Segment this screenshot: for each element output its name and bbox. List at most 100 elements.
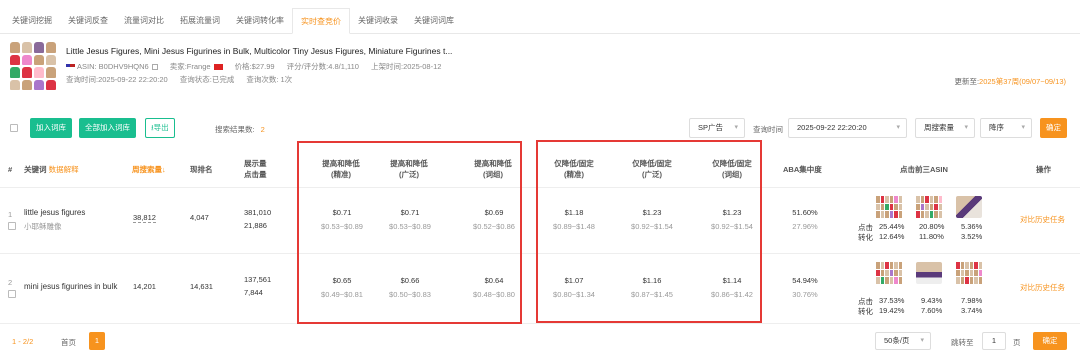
product-title[interactable]: Little Jesus Figures, Mini Jesus Figurin… — [66, 46, 452, 56]
highlight-box-lower-fixed — [536, 140, 762, 323]
ad-type-value: SP广告 — [698, 123, 724, 132]
clicks-value: 21,886 — [244, 221, 267, 230]
sort-arrow-icon: ↓ — [162, 165, 166, 174]
chevron-down-icon: ▾ — [964, 124, 968, 131]
asin-conv-share: 12.64% — [879, 232, 905, 241]
add-all-to-library-button[interactable]: 全部加入词库 — [79, 118, 136, 138]
chevron-down-icon: ▾ — [920, 337, 924, 344]
asin-conv-share: 19.42% — [879, 306, 905, 315]
add-to-library-button[interactable]: 加入词库 — [30, 118, 72, 138]
tab-keyword-conversion[interactable]: 关键词转化率 — [228, 8, 292, 34]
tab-keyword-reverse[interactable]: 关键词反查 — [60, 8, 116, 34]
listed-date-text: 上架时间:2025-08-12 — [370, 62, 442, 71]
impressions-value: 137,561 — [244, 275, 272, 284]
row-index: 2 — [8, 278, 13, 287]
sort-order-value: 降序 — [989, 123, 1004, 132]
aba-click-share: 51.60% — [792, 208, 818, 217]
export-button[interactable]: ⭳导出 — [145, 118, 175, 138]
asin-click-share: 20.80% — [919, 222, 945, 231]
asin-thumbnail-1[interactable] — [876, 196, 902, 218]
col-aba: ABA集中度 — [783, 165, 822, 174]
page-range: 1 - 2/2 — [12, 337, 34, 346]
weekly-search-value[interactable]: 14,201 — [133, 282, 156, 291]
query-time-value: 2025-09-22 22:20:20 — [797, 123, 867, 132]
tab-traffic-compare[interactable]: 流量词对比 — [116, 8, 172, 34]
asin-conv-share: 7.60% — [921, 306, 943, 315]
copy-icon[interactable] — [151, 64, 158, 71]
query-status-text: 查询状态:已完成 — [179, 75, 235, 84]
product-thumbnail[interactable] — [10, 42, 56, 90]
query-count-text: 查询次数: 1次 — [246, 75, 293, 84]
keyword-text[interactable]: little jesus figures — [24, 208, 85, 217]
jump-page-input[interactable]: 1 — [982, 332, 1006, 350]
impressions-value: 381,010 — [244, 208, 272, 217]
query-time-text: 查询时间:2025-09-22 22:20:20 — [66, 75, 168, 84]
col-index: # — [8, 165, 13, 174]
query-time-select[interactable]: 2025-09-22 22:20:20 ▾ — [788, 118, 907, 138]
asin-thumbnail-1[interactable] — [876, 262, 902, 284]
row-index: 1 — [8, 210, 13, 219]
asin-conv-share: 3.52% — [961, 232, 983, 241]
first-page-button[interactable]: 首页 — [61, 337, 76, 348]
asin-click-share: 25.44% — [879, 222, 905, 231]
row-checkbox[interactable] — [8, 290, 16, 298]
col-top3-asin: 点击前三ASIN — [900, 165, 948, 174]
tab-realtime-bid[interactable]: 实时查竞价 — [292, 8, 350, 34]
col-weekly-label: 周搜索量 — [132, 165, 162, 174]
page-unit: 页 — [1013, 338, 1021, 347]
tab-keyword-mining[interactable]: 关键词挖掘 — [4, 8, 60, 34]
confirm-button[interactable]: 确定 — [1040, 118, 1067, 138]
result-count: 搜索结果数: 2 — [215, 124, 265, 135]
aba-concentration: 51.60% 27.96% — [783, 206, 827, 234]
col-keyword-label: 关键词 — [24, 165, 47, 174]
weekly-search-value[interactable]: 38,812 — [133, 213, 156, 223]
us-flag-icon — [66, 64, 75, 71]
keyword-text[interactable]: mini jesus figurines in bulk — [24, 282, 117, 291]
rank-value: 4,047 — [190, 213, 209, 222]
rank-value: 14,631 — [190, 282, 213, 291]
result-count-label: 搜索结果数: — [215, 125, 255, 134]
asin-click-share: 7.98% — [961, 296, 983, 305]
asin-text: ASIN: B0DHV9HQN6 — [77, 62, 149, 71]
select-all-checkbox[interactable] — [10, 124, 18, 132]
tab-keyword-indexing[interactable]: 关键词收录 — [350, 8, 406, 34]
page-size-select[interactable]: 50条/页 ▾ — [875, 332, 931, 350]
col-impressions-label: 展示量 — [244, 159, 267, 168]
tab-keyword-library[interactable]: 关键词词库 — [406, 8, 462, 34]
update-prefix: 更新至: — [954, 77, 980, 86]
col-rank: 现排名 — [190, 165, 213, 174]
highlight-box-raise-lower — [297, 141, 522, 324]
col-clicks-label: 点击量 — [244, 170, 267, 179]
update-info: 更新至:2025第37周(09/07~09/13) — [954, 76, 1066, 87]
asin-click-share: 5.36% — [961, 222, 983, 231]
asin-thumbnail-3[interactable] — [956, 262, 982, 284]
col-weekly-search[interactable]: 周搜索量↓ — [132, 164, 166, 175]
asin-click-share: 9.43% — [921, 296, 943, 305]
ad-type-select[interactable]: SP广告 ▾ — [689, 118, 745, 138]
col-keyword: 关键词 数据解释 — [24, 164, 79, 175]
tab-expand-traffic[interactable]: 拓展流量词 — [172, 8, 228, 34]
jump-confirm-button[interactable]: 确定 — [1033, 332, 1067, 350]
asin-click-share: 37.53% — [879, 296, 905, 305]
row-checkbox[interactable] — [8, 222, 16, 230]
asin-thumbnail-2[interactable] — [916, 262, 942, 284]
asin-thumbnail-2[interactable] — [916, 196, 942, 218]
aba-click-share: 54.94% — [792, 276, 818, 285]
chevron-down-icon: ▾ — [1021, 124, 1025, 131]
product-info: Little Jesus Figures, Mini Jesus Figurin… — [10, 42, 1080, 92]
conversion-label: 转化 — [858, 233, 873, 242]
compare-history-link[interactable]: 对比历史任务 — [1020, 282, 1065, 293]
query-time-label: 查询时间 — [753, 125, 783, 134]
aba-conv-share: 30.76% — [792, 290, 818, 299]
chevron-down-icon: ▾ — [734, 124, 738, 131]
asin-thumbnail-3[interactable] — [956, 196, 982, 218]
sort-field-value: 周搜索量 — [924, 123, 954, 132]
page-1-button[interactable]: 1 — [89, 332, 105, 350]
compare-history-link[interactable]: 对比历史任务 — [1020, 214, 1065, 225]
page-size-value: 50条/页 — [884, 336, 910, 345]
sort-order-select[interactable]: 降序 ▾ — [980, 118, 1032, 138]
seller-text: 卖家:Frange — [169, 62, 211, 71]
col-action: 操作 — [1036, 165, 1051, 174]
sort-field-select[interactable]: 周搜索量 ▾ — [915, 118, 975, 138]
data-explain-link[interactable]: 数据解释 — [49, 165, 79, 174]
